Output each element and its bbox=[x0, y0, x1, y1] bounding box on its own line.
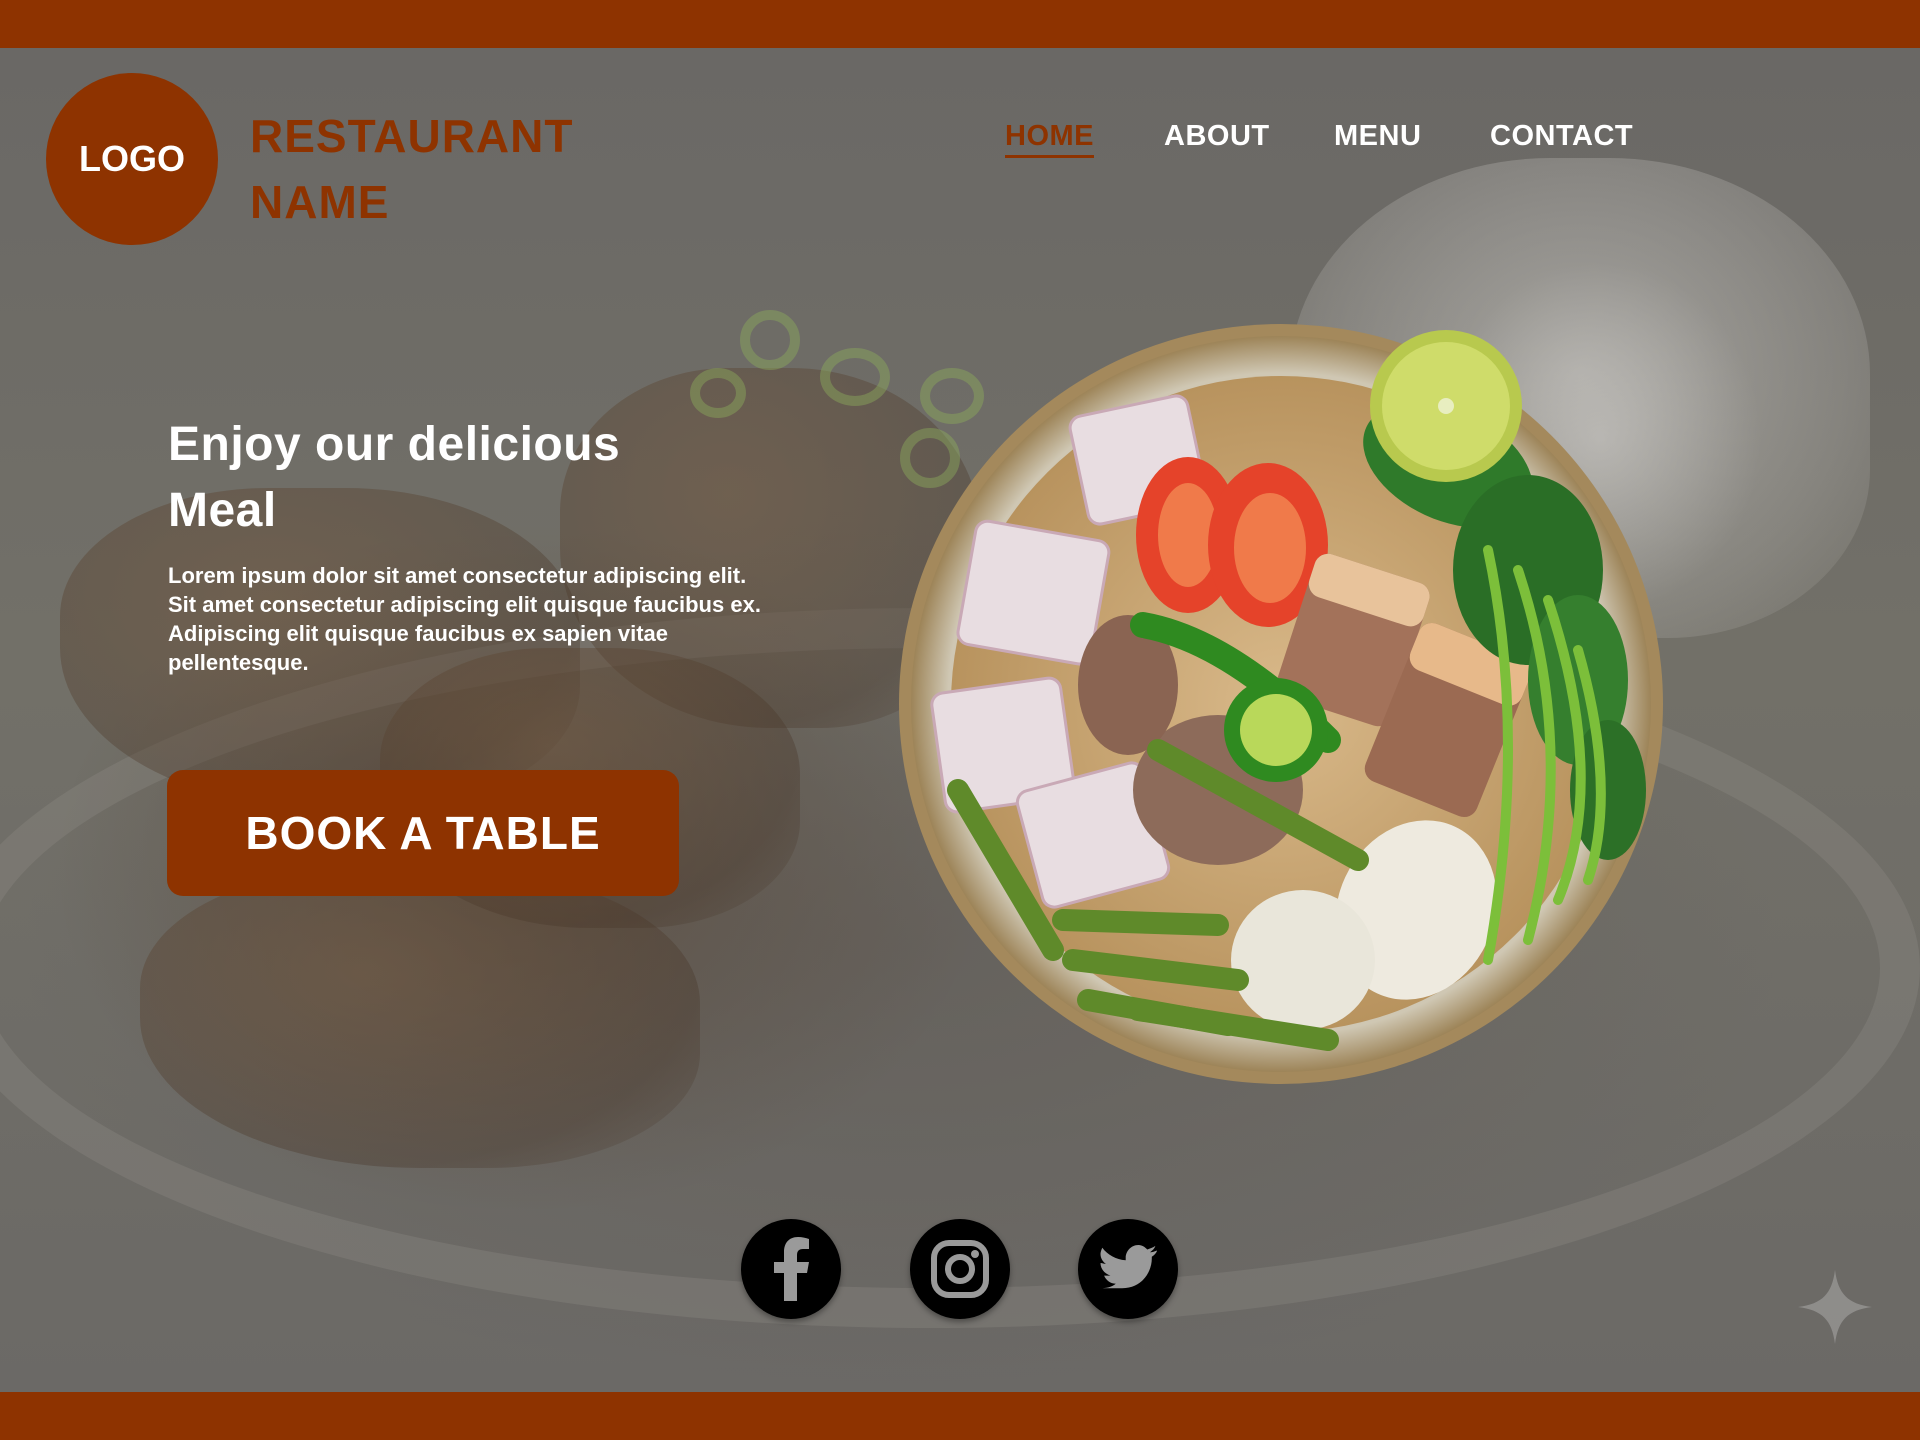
instagram-link[interactable] bbox=[910, 1219, 1010, 1319]
nav-about[interactable]: ABOUT bbox=[1164, 120, 1270, 153]
twitter-link[interactable] bbox=[1078, 1219, 1178, 1319]
hero-headline: Enjoy our delicious Meal bbox=[168, 412, 788, 544]
facebook-link[interactable] bbox=[741, 1219, 841, 1319]
nav-menu[interactable]: MENU bbox=[1334, 120, 1421, 153]
hero-description: Lorem ipsum dolor sit amet consectetur a… bbox=[168, 563, 761, 675]
scallion-garnish bbox=[690, 368, 746, 418]
instagram-icon bbox=[931, 1240, 989, 1298]
scallion-garnish bbox=[820, 348, 890, 406]
top-brand-bar bbox=[0, 0, 1920, 48]
restaurant-name-line2: NAME bbox=[250, 176, 390, 228]
twitter-icon bbox=[1100, 1245, 1157, 1289]
nav-home[interactable]: HOME bbox=[1005, 120, 1094, 158]
soup-bowl-illustration bbox=[899, 324, 1663, 1084]
facebook-icon bbox=[774, 1237, 809, 1301]
scallion-garnish bbox=[740, 310, 800, 370]
featured-dish-image bbox=[888, 320, 1670, 1090]
sparkle-icon bbox=[1798, 1270, 1872, 1344]
main-navigation: HOME ABOUT MENU CONTACT bbox=[0, 120, 1920, 160]
nav-contact[interactable]: CONTACT bbox=[1490, 120, 1633, 153]
bottom-brand-bar bbox=[0, 1392, 1920, 1440]
hero-headline-line2: Meal bbox=[168, 484, 277, 537]
hero-headline-line1: Enjoy our delicious bbox=[168, 418, 621, 471]
book-a-table-button[interactable]: BOOK A TABLE bbox=[167, 770, 679, 896]
